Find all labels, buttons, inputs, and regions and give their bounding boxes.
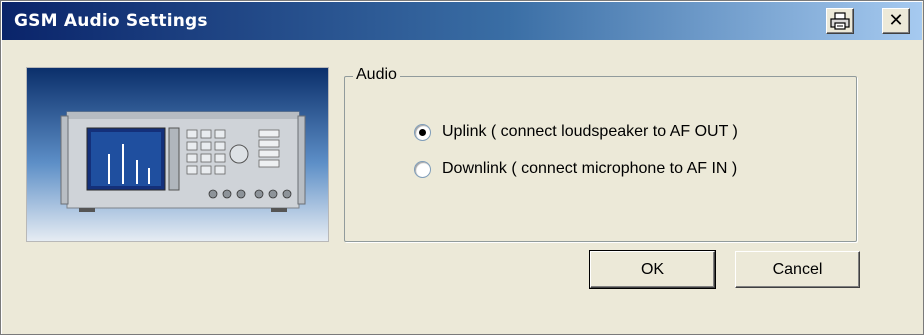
printer-icon (830, 12, 850, 30)
uplink-radio[interactable] (414, 123, 431, 141)
close-icon: ✕ (888, 10, 904, 31)
ok-button[interactable]: OK (589, 250, 716, 289)
audio-groupbox (344, 76, 857, 242)
close-button[interactable]: ✕ (882, 8, 910, 34)
print-button[interactable] (826, 8, 854, 34)
downlink-label[interactable]: Downlink ( connect microphone to AF IN ) (442, 160, 737, 178)
radio-selected-dot (419, 128, 426, 136)
audio-group-label: Audio (353, 66, 400, 84)
uplink-label[interactable]: Uplink ( connect loudspeaker to AF OUT ) (442, 123, 738, 141)
downlink-option[interactable]: Downlink ( connect microphone to AF IN ) (414, 160, 737, 178)
downlink-radio[interactable] (414, 160, 431, 178)
uplink-option[interactable]: Uplink ( connect loudspeaker to AF OUT ) (414, 123, 738, 141)
cancel-button[interactable]: Cancel (735, 251, 860, 288)
title-bar[interactable]: GSM Audio Settings ✕ (2, 2, 922, 40)
instrument-illustration (27, 68, 328, 241)
dialog-window: GSM Audio Settings ✕ Audio Uplink (conn… (0, 0, 924, 335)
instrument-photo (26, 67, 329, 242)
window-title: GSM Audio Settings (14, 11, 208, 31)
